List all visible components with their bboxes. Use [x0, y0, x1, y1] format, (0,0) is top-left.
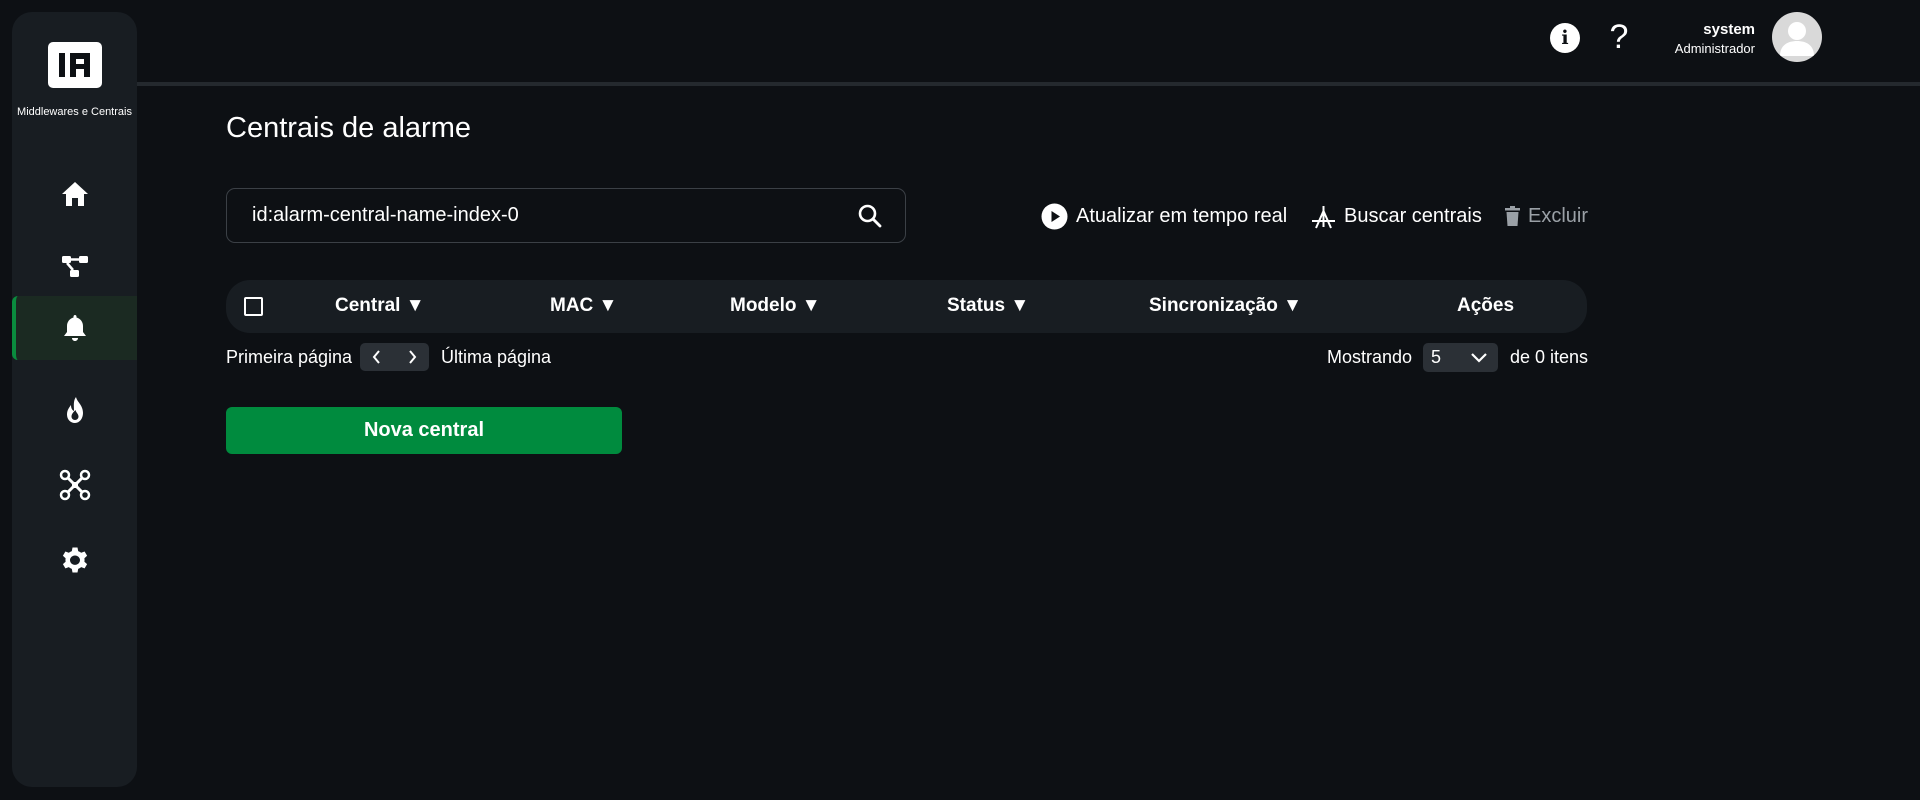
- column-central[interactable]: Central ▼: [335, 295, 425, 317]
- search-icon[interactable]: [857, 203, 883, 229]
- page-size-select[interactable]: 5: [1423, 343, 1498, 372]
- avatar[interactable]: [1772, 12, 1822, 62]
- signal-icon: [1312, 205, 1335, 228]
- brand-name: Middlewares e Centrais: [17, 106, 132, 118]
- logo-icon: [59, 53, 90, 77]
- first-page-link[interactable]: Primeira página: [226, 347, 352, 368]
- sidebar-item-alarm[interactable]: [12, 296, 137, 360]
- drone-icon: [59, 469, 90, 501]
- pager-buttons: [360, 343, 429, 371]
- bell-icon: [63, 315, 86, 341]
- logo[interactable]: [48, 42, 102, 88]
- page-size-value: 5: [1431, 347, 1442, 367]
- column-status[interactable]: Status ▼: [947, 295, 1029, 317]
- page-title: Centrais de alarme: [226, 112, 471, 144]
- select-all-checkbox[interactable]: [244, 297, 263, 316]
- delete-label: Excluir: [1528, 204, 1589, 227]
- column-mac[interactable]: MAC ▼: [550, 295, 617, 317]
- sidebar-item-network[interactable]: [12, 234, 137, 298]
- delete-button[interactable]: Excluir: [1505, 200, 1588, 232]
- realtime-button[interactable]: Atualizar em tempo real: [1041, 200, 1287, 232]
- trash-icon: [1505, 206, 1520, 226]
- showing-label: Mostrando: [1327, 347, 1413, 367]
- play-circle-icon: [1041, 203, 1068, 229]
- sidebar-item-settings[interactable]: [12, 528, 137, 592]
- user-name: system: [1703, 21, 1755, 38]
- user-avatar-icon: [1780, 22, 1814, 56]
- prev-page-button[interactable]: [371, 350, 383, 364]
- help-icon[interactable]: ?: [1607, 18, 1631, 56]
- sidebar-item-home[interactable]: [12, 162, 137, 226]
- table-header: Central ▼ MAC ▼ Modelo ▼ Status ▼ Sincro…: [226, 280, 1587, 333]
- chevron-left-icon: [372, 350, 381, 364]
- fire-icon: [66, 397, 83, 423]
- sidebar-item-drone[interactable]: [12, 453, 137, 517]
- search-box: [226, 188, 906, 243]
- column-sincronizacao[interactable]: Sincronização ▼: [1149, 295, 1302, 317]
- gear-icon: [62, 547, 87, 573]
- total-items-label: de 0 itens: [1510, 347, 1589, 367]
- last-page-link[interactable]: Última página: [441, 347, 551, 368]
- user-role: Administrador: [1674, 41, 1755, 56]
- column-modelo[interactable]: Modelo ▼: [730, 295, 821, 317]
- chevron-right-icon: [408, 350, 417, 364]
- new-central-button[interactable]: Nova central: [226, 407, 622, 454]
- network-icon: [61, 256, 88, 277]
- chevron-down-icon: [1471, 353, 1487, 363]
- home-icon: [61, 182, 88, 206]
- sidebar: Middlewares e Centrais: [12, 12, 137, 787]
- realtime-label: Atualizar em tempo real: [1076, 204, 1288, 227]
- search-centrals-button[interactable]: Buscar centrais: [1311, 200, 1482, 232]
- next-page-button[interactable]: [406, 350, 418, 364]
- search-input[interactable]: [252, 204, 832, 227]
- sidebar-item-fire[interactable]: [12, 378, 137, 442]
- info-icon[interactable]: i: [1550, 23, 1580, 53]
- search-centrals-label: Buscar centrais: [1344, 204, 1482, 227]
- column-acoes: Ações: [1457, 295, 1515, 316]
